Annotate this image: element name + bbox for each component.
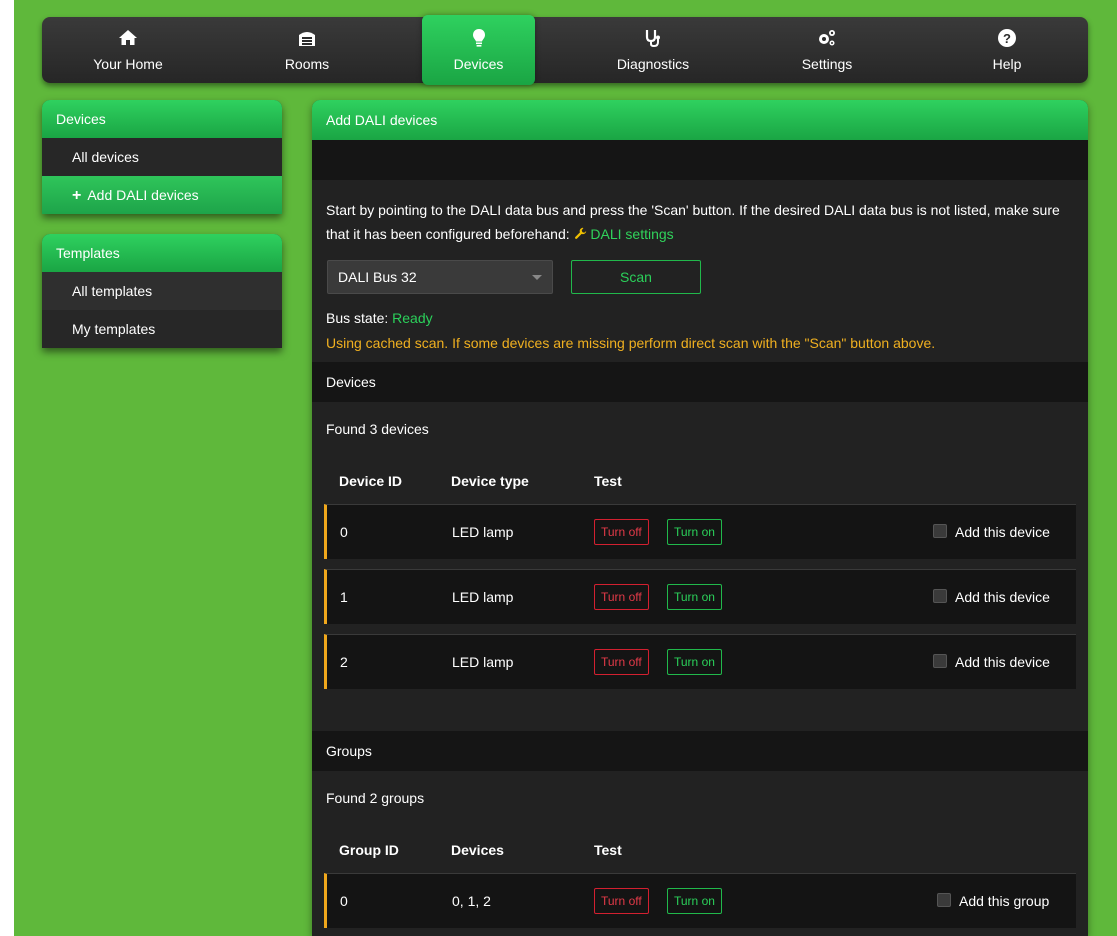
nav-diagnostics[interactable]: Diagnostics (582, 17, 724, 83)
sidebar-item-all-templates[interactable]: All templates (42, 272, 282, 310)
main-panel: Add DALI devices Start by pointing to th… (312, 100, 1088, 936)
svg-text:?: ? (1003, 31, 1011, 46)
column-header: Group ID (339, 842, 399, 858)
turn-on-button[interactable]: Turn on (667, 888, 722, 914)
nav-label: Diagnostics (616, 56, 690, 72)
turn-off-button[interactable]: Turn off (594, 519, 649, 545)
nav-label: Devices (453, 56, 504, 72)
nav-label: Settings (801, 56, 853, 72)
turn-on-button[interactable]: Turn on (667, 649, 722, 675)
groups-found-count: Found 2 groups (326, 790, 425, 806)
bus-row: DALI Bus 32 Scan (312, 246, 1088, 304)
header-band (312, 140, 1088, 180)
sidebar-item-label: Add DALI devices (87, 187, 199, 203)
sidebar-item-label: All devices (72, 149, 139, 165)
left-edge-strip (0, 0, 14, 936)
device-type: LED lamp (452, 654, 514, 670)
bus-select[interactable]: DALI Bus 32 (327, 260, 553, 294)
templates-panel-title: Templates (42, 234, 282, 272)
dali-settings-link[interactable]: DALI settings (574, 226, 674, 242)
column-header: Test (594, 473, 622, 489)
nav-devices[interactable]: Devices (422, 15, 535, 85)
nav-settings[interactable]: Settings (762, 17, 892, 83)
question-icon: ? (998, 29, 1016, 47)
add-group-checkbox[interactable] (937, 893, 951, 907)
intro-text: Start by pointing to the DALI data bus a… (312, 180, 1088, 246)
devices-table-header: Device ID Device type Test (312, 456, 1088, 504)
nav-label: Rooms (284, 56, 330, 72)
column-header: Devices (451, 842, 504, 858)
add-device-checkbox[interactable] (933, 524, 947, 538)
turn-on-button[interactable]: Turn on (667, 584, 722, 610)
device-id: 2 (340, 654, 348, 670)
turn-off-button[interactable]: Turn off (594, 584, 649, 610)
stethoscope-icon (645, 30, 660, 48)
device-id: 1 (340, 589, 348, 605)
turn-off-button[interactable]: Turn off (594, 888, 649, 914)
sidebar-item-my-templates[interactable]: My templates (42, 310, 282, 348)
add-device-checkbox[interactable] (933, 654, 947, 668)
nav-rooms[interactable]: Rooms (232, 17, 382, 83)
turn-on-button[interactable]: Turn on (667, 519, 722, 545)
bus-state-label: Bus state: (326, 310, 389, 326)
add-group-label: Add this group (959, 893, 1050, 909)
column-header: Device ID (339, 473, 403, 489)
plus-icon: + (72, 187, 82, 204)
group-id: 0 (340, 893, 348, 909)
bus-state-value: Ready (392, 310, 433, 326)
devices-section-title: Devices (312, 362, 1088, 402)
table-row: 0 LED lamp Turn off Turn on Add this dev… (324, 504, 1076, 559)
sidebar-item-label: All templates (72, 283, 153, 299)
sidebar-item-label: My templates (72, 321, 156, 337)
column-header: Test (594, 842, 622, 858)
dali-settings-label: DALI settings (590, 226, 674, 242)
nav-help[interactable]: ? Help (942, 17, 1072, 83)
bus-state: Bus state: Ready (312, 304, 1088, 332)
bus-select-value: DALI Bus 32 (338, 269, 417, 285)
add-device-label: Add this device (955, 524, 1050, 540)
table-row: 2 LED lamp Turn off Turn on Add this dev… (324, 634, 1076, 689)
garage-icon (299, 32, 315, 46)
device-type: LED lamp (452, 589, 514, 605)
add-device-checkbox[interactable] (933, 589, 947, 603)
sidebar-item-all-devices[interactable]: All devices (42, 138, 282, 176)
lightbulb-icon (472, 29, 485, 47)
nav-label: Help (992, 56, 1022, 72)
device-id: 0 (340, 524, 348, 540)
column-header: Device type (451, 473, 529, 489)
top-navigation: Your Home Rooms Devices Diagnostics Sett… (42, 15, 1088, 85)
page-title: Add DALI devices (312, 100, 1088, 140)
devices-found-count: Found 3 devices (326, 421, 429, 437)
nav-your-home[interactable]: Your Home (42, 17, 214, 83)
scan-button[interactable]: Scan (571, 260, 701, 294)
add-device-label: Add this device (955, 589, 1050, 605)
add-device-label: Add this device (955, 654, 1050, 670)
table-row: 0 0, 1, 2 Turn off Turn on Add this grou… (324, 873, 1076, 928)
cached-scan-warning: Using cached scan. If some devices are m… (326, 335, 936, 351)
devices-panel: Devices All devices + Add DALI devices (42, 100, 282, 214)
templates-panel: Templates All templates My templates (42, 234, 282, 348)
groups-section-title: Groups (312, 731, 1088, 771)
group-devices: 0, 1, 2 (452, 893, 491, 909)
gears-icon (819, 30, 835, 46)
turn-off-button[interactable]: Turn off (594, 649, 649, 675)
home-icon (119, 30, 137, 45)
wrench-icon (574, 227, 586, 239)
chevron-down-icon (532, 275, 542, 280)
intro-paragraph: Start by pointing to the DALI data bus a… (326, 202, 1060, 242)
sidebar-item-add-dali-devices[interactable]: + Add DALI devices (42, 176, 282, 214)
devices-panel-title: Devices (42, 100, 282, 138)
groups-table-header: Group ID Devices Test (312, 825, 1088, 873)
nav-label: Your Home (93, 56, 163, 72)
table-row: 1 LED lamp Turn off Turn on Add this dev… (324, 569, 1076, 624)
device-type: LED lamp (452, 524, 514, 540)
